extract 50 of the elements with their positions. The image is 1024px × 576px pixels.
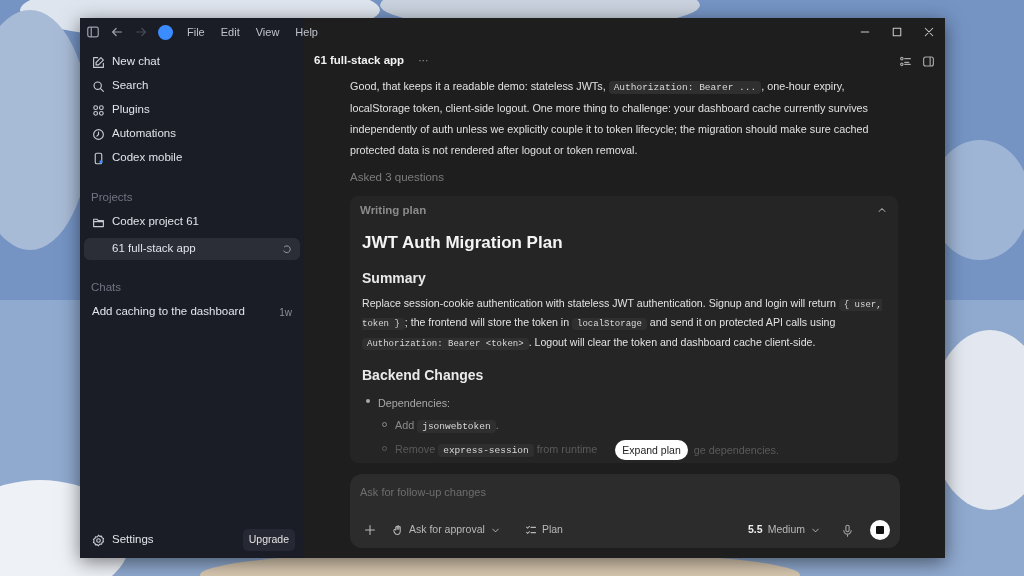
menu-item[interactable]: View (251, 23, 284, 41)
hand-icon (392, 524, 404, 536)
sidebar-item[interactable]: Codex mobile (84, 146, 300, 170)
section-heading: Projects (90, 190, 134, 206)
thread-title: 61 full-stack app (314, 53, 405, 69)
status-text: Asked 3 questions (350, 170, 445, 185)
menu-item[interactable]: Edit (216, 23, 244, 41)
thread-item[interactable]: 61 full-stack app (84, 238, 300, 260)
upgrade-button[interactable]: Upgrade (242, 529, 295, 551)
sidebar-item[interactable]: New chat (84, 50, 300, 74)
list-item: Dependencies: (378, 396, 451, 412)
model-dropdown[interactable]: 5.5 Medium (744, 520, 825, 540)
avatar-icon[interactable] (158, 24, 173, 40)
settings-item[interactable]: Settings (84, 528, 162, 552)
sidebar-item[interactable]: Search (84, 74, 300, 98)
clock-icon (92, 127, 105, 141)
expand-plan-button[interactable]: Expand plan (615, 440, 688, 461)
close-icon[interactable] (923, 26, 935, 38)
list-item: Add jsonwebtoken . (395, 418, 499, 436)
sidebar-toggle-icon[interactable] (86, 25, 100, 39)
spinner-icon (281, 243, 292, 255)
microphone-icon[interactable] (841, 523, 854, 537)
search-icon (92, 79, 105, 93)
section-heading: Backend Changes (362, 366, 485, 386)
checklist-icon[interactable] (899, 54, 912, 68)
section-heading: Summary (362, 268, 427, 288)
section-heading: Chats (90, 280, 123, 296)
plus-icon (364, 524, 376, 536)
approval-dropdown[interactable]: Ask for approval (388, 520, 505, 540)
phone-icon (92, 151, 105, 165)
plan-title: JWT Auth Migration Plan (362, 232, 564, 255)
menu-item[interactable]: File (183, 23, 209, 41)
panel-icon[interactable] (922, 54, 935, 68)
plan-header: Writing plan (360, 202, 427, 218)
message-input[interactable]: Ask for follow-up changes (360, 484, 890, 501)
stop-button[interactable] (870, 520, 890, 540)
checklist-icon (524, 524, 537, 536)
more-button[interactable]: ··· (414, 51, 433, 71)
maximize-icon[interactable] (891, 26, 903, 38)
edit-icon (92, 55, 105, 69)
menu-item[interactable]: Help (291, 23, 322, 41)
back-arrow-icon[interactable] (110, 25, 124, 39)
settings-icon (92, 533, 105, 547)
grid-icon (92, 103, 105, 117)
project-item[interactable]: Codex project 61 (84, 210, 300, 234)
message-text: Good, that keeps it a readable demo: stateless JWTs, Authorization: Bearer ... , one-hour expiry, localStorage token, client-side logout. One more thing to challenge: your dashboard cache currently survives independently of auth unless we explicitly couple it to token lifecycle; the migration should make sure cached protected data is not rendered after logout or token removal. (350, 79, 870, 158)
sidebar-item[interactable]: Plugins (84, 98, 300, 122)
chat-item[interactable]: Add caching to the dashboard 1w (84, 300, 300, 324)
sidebar-item[interactable]: Automations (84, 122, 300, 146)
plan-button[interactable]: Plan (520, 520, 567, 540)
